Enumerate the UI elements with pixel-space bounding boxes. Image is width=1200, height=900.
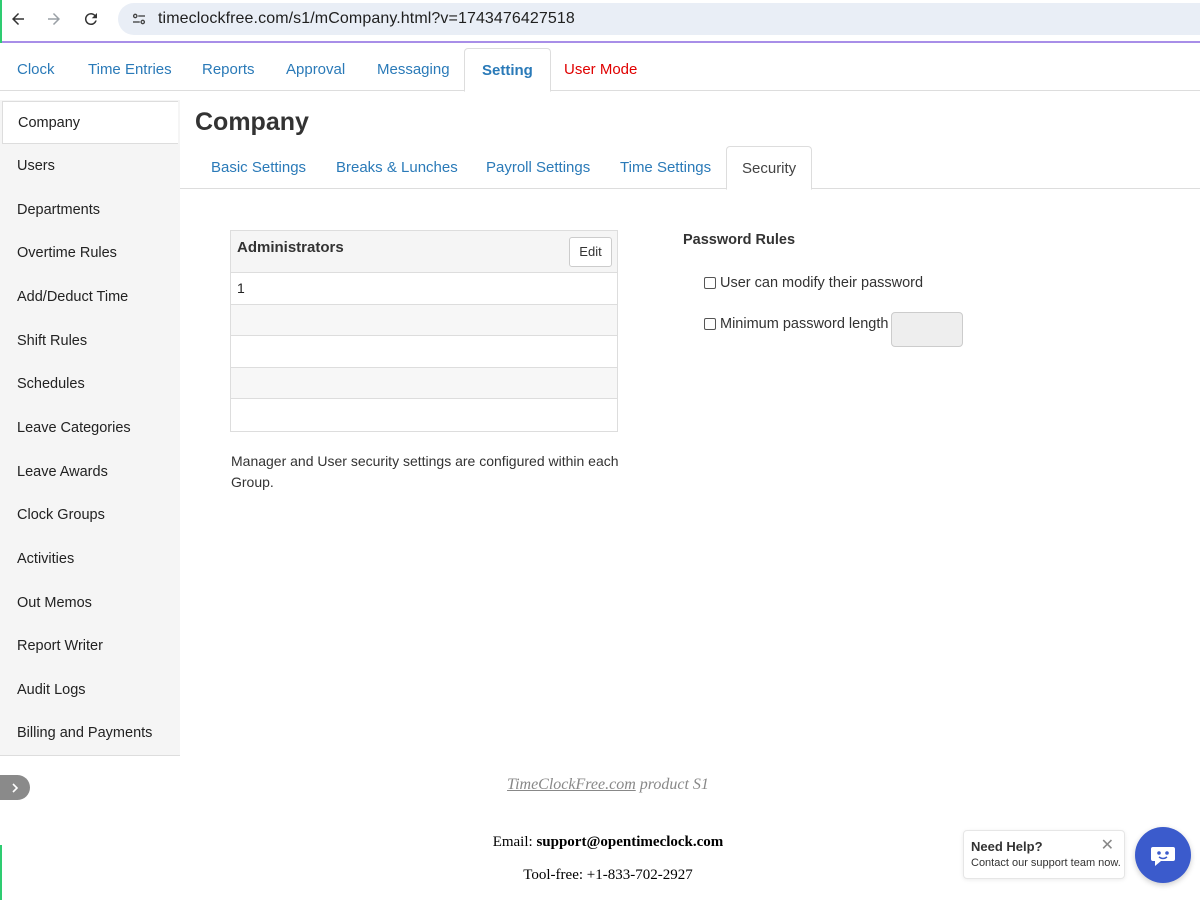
page-title: Company: [195, 108, 309, 136]
table-row: [231, 399, 617, 431]
help-text: Contact our support team now.: [971, 857, 1121, 869]
password-rules-title: Password Rules: [683, 232, 796, 248]
sidebar-item-report-writer[interactable]: Report Writer: [0, 625, 180, 668]
arrow-right-icon: [48, 13, 60, 25]
sidebar-item-shift-rules[interactable]: Shift Rules: [0, 320, 180, 363]
modify-password-checkbox[interactable]: [704, 277, 716, 289]
administrators-table: Administrators Edit 1: [230, 230, 618, 432]
chat-bot-icon: [1151, 847, 1175, 866]
min-length-checkbox[interactable]: [704, 318, 716, 330]
modify-password-option[interactable]: User can modify their password: [704, 275, 923, 291]
product-suffix: product S1: [639, 776, 709, 793]
sidebar-item-audit-logs[interactable]: Audit Logs: [0, 669, 180, 712]
close-icon[interactable]: ✕: [1101, 835, 1114, 855]
address-bar[interactable]: timeclockfree.com/s1/mCompany.html?v=174…: [118, 3, 1200, 35]
tab-basic-settings[interactable]: Basic Settings: [196, 146, 321, 189]
help-popup[interactable]: Need Help? Contact our support team now.…: [963, 830, 1125, 879]
settings-sidebar: Company Users Departments Overtime Rules…: [0, 100, 180, 756]
sidebar-item-add-deduct-time[interactable]: Add/Deduct Time: [0, 276, 180, 319]
reload-icon: [84, 13, 97, 26]
chat-button[interactable]: [1135, 827, 1191, 883]
tab-clock[interactable]: Clock: [0, 48, 72, 91]
reload-button[interactable]: [78, 6, 104, 32]
tab-security[interactable]: Security: [726, 146, 813, 190]
tab-time-settings[interactable]: Time Settings: [605, 146, 726, 189]
phone-label: Tool-free:: [523, 867, 584, 883]
footer-product: TimeClockFree.com product S1: [0, 776, 1200, 794]
sidebar-item-activities[interactable]: Activities: [0, 538, 180, 581]
email-label: Email:: [492, 834, 533, 850]
sidebar-item-billing-and-payments[interactable]: Billing and Payments: [0, 712, 180, 755]
sidebar-item-clock-groups[interactable]: Clock Groups: [0, 494, 180, 537]
sidebar-item-overtime-rules[interactable]: Overtime Rules: [0, 232, 180, 275]
product-link[interactable]: TimeClockFree.com: [507, 776, 636, 793]
sidebar-item-users[interactable]: Users: [0, 145, 180, 188]
sidebar-item-leave-awards[interactable]: Leave Awards: [0, 451, 180, 494]
support-phone: +1-833-702-2927: [586, 867, 693, 883]
edit-administrators-button[interactable]: Edit: [569, 237, 612, 267]
tab-reports[interactable]: Reports: [185, 48, 272, 91]
sidebar-item-out-memos[interactable]: Out Memos: [0, 582, 180, 625]
administrators-header: Administrators Edit: [231, 231, 617, 273]
support-email[interactable]: support@opentimeclock.com: [536, 834, 723, 850]
site-settings-icon[interactable]: [130, 10, 148, 28]
sidebar-item-departments[interactable]: Departments: [0, 189, 180, 232]
table-row: [231, 336, 617, 368]
modify-password-label: User can modify their password: [720, 275, 924, 291]
sidebar-item-company[interactable]: Company: [2, 101, 178, 144]
table-row: 1: [231, 273, 617, 305]
tab-time-entries[interactable]: Time Entries: [71, 48, 189, 91]
tab-messaging[interactable]: Messaging: [360, 48, 467, 91]
top-nav: Clock Time Entries Reports Approval Mess…: [0, 45, 1200, 92]
sidebar-item-schedules[interactable]: Schedules: [0, 363, 180, 406]
tab-breaks-lunches[interactable]: Breaks & Lunches: [321, 146, 473, 189]
min-length-label: Minimum password length: [720, 316, 889, 332]
arrow-left-icon: [12, 13, 24, 25]
min-length-input[interactable]: [891, 312, 963, 347]
tab-approval[interactable]: Approval: [269, 48, 362, 91]
window-accent: [0, 0, 2, 43]
sidebar-item-leave-categories[interactable]: Leave Categories: [0, 407, 180, 450]
tab-user-mode[interactable]: User Mode: [547, 48, 654, 91]
forward-button[interactable]: [41, 6, 67, 32]
min-length-option[interactable]: Minimum password length: [704, 316, 888, 332]
company-settings-tabs: Basic Settings Breaks & Lunches Payroll …: [180, 146, 1200, 190]
window-accent-bottom: [0, 845, 2, 900]
back-button[interactable]: [5, 6, 31, 32]
url-text[interactable]: timeclockfree.com/s1/mCompany.html?v=174…: [158, 10, 575, 28]
administrators-title: Administrators: [237, 239, 344, 256]
security-note: Manager and User security settings are c…: [231, 453, 619, 490]
table-row: [231, 304, 617, 336]
tab-payroll-settings[interactable]: Payroll Settings: [471, 146, 605, 189]
table-row: [231, 367, 617, 399]
tab-setting[interactable]: Setting: [464, 48, 551, 92]
browser-toolbar: timeclockfree.com/s1/mCompany.html?v=174…: [0, 0, 1200, 43]
help-title: Need Help?: [971, 839, 1043, 854]
